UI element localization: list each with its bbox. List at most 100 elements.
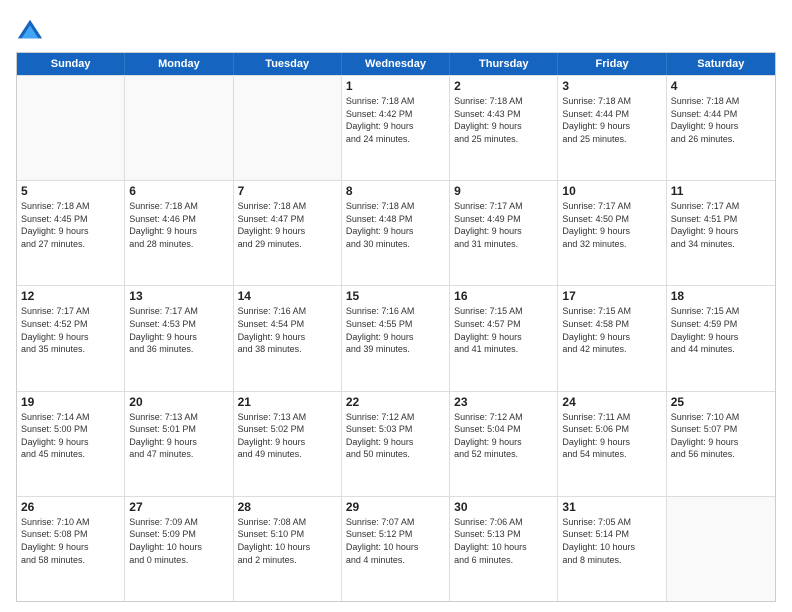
- day-number: 5: [21, 184, 120, 198]
- day-info: Sunrise: 7:08 AM Sunset: 5:10 PM Dayligh…: [238, 516, 337, 566]
- day-number: 17: [562, 289, 661, 303]
- day-number: 28: [238, 500, 337, 514]
- day-cell-9: 9Sunrise: 7:17 AM Sunset: 4:49 PM Daylig…: [450, 181, 558, 285]
- week-row-4: 26 Sunrise: 7:10 AM Sunset: 5:08 PM Dayli…: [17, 496, 775, 601]
- week-row-3: 19 Sunrise: 7:14 AM Sunset: 5:00 PM Dayli…: [17, 391, 775, 496]
- empty-cell-0-1: [125, 76, 233, 180]
- logo: [16, 16, 48, 44]
- day-number: 8: [346, 184, 445, 198]
- calendar-header: SundayMondayTuesdayWednesdayThursdayFrid…: [17, 53, 775, 75]
- day-info: Sunrise: 7:16 AM Sunset: 4:54 PM Dayligh…: [238, 305, 337, 355]
- day-number: 12: [21, 289, 120, 303]
- day-info: Sunrise: 7:18 AM Sunset: 4:42 PM Dayligh…: [346, 95, 445, 145]
- weekday-header-thursday: Thursday: [450, 53, 558, 75]
- day-cell-3: 3 Sunrise: 7:18 AM Sunset: 4:44 PM Daylig…: [558, 76, 666, 180]
- logo-icon: [16, 16, 44, 44]
- day-number: 18: [671, 289, 771, 303]
- day-info: Sunrise: 7:17 AM Sunset: 4:50 PM Dayligh…: [562, 200, 661, 250]
- day-number: 22: [346, 395, 445, 409]
- day-info: Sunrise: 7:11 AM Sunset: 5:06 PM Dayligh…: [562, 411, 661, 461]
- day-cell-8: 8 Sunrise: 7:18 AM Sunset: 4:48 PM Daylig…: [342, 181, 450, 285]
- day-cell-10: 10 Sunrise: 7:17 AM Sunset: 4:50 PM Dayli…: [558, 181, 666, 285]
- day-info: Sunrise: 7:17 AM Sunset: 4:51 PM Dayligh…: [671, 200, 771, 250]
- day-cell-15: 15Sunrise: 7:16 AM Sunset: 4:55 PM Dayli…: [342, 286, 450, 390]
- day-info: Sunrise: 7:14 AM Sunset: 5:00 PM Dayligh…: [21, 411, 120, 461]
- day-cell-27: 27 Sunrise: 7:09 AM Sunset: 5:09 PM Dayli…: [125, 497, 233, 601]
- day-cell-4: 4 Sunrise: 7:18 AM Sunset: 4:44 PM Daylig…: [667, 76, 775, 180]
- day-cell-13: 13Sunrise: 7:17 AM Sunset: 4:53 PM Dayli…: [125, 286, 233, 390]
- day-number: 23: [454, 395, 553, 409]
- day-info: Sunrise: 7:16 AM Sunset: 4:55 PM Dayligh…: [346, 305, 445, 355]
- week-row-0: 1 Sunrise: 7:18 AM Sunset: 4:42 PM Daylig…: [17, 75, 775, 180]
- calendar-body: 1 Sunrise: 7:18 AM Sunset: 4:42 PM Daylig…: [17, 75, 775, 601]
- day-info: Sunrise: 7:13 AM Sunset: 5:02 PM Dayligh…: [238, 411, 337, 461]
- day-cell-5: 5 Sunrise: 7:18 AM Sunset: 4:45 PM Daylig…: [17, 181, 125, 285]
- day-info: Sunrise: 7:18 AM Sunset: 4:48 PM Dayligh…: [346, 200, 445, 250]
- day-cell-26: 26 Sunrise: 7:10 AM Sunset: 5:08 PM Dayli…: [17, 497, 125, 601]
- day-info: Sunrise: 7:10 AM Sunset: 5:07 PM Dayligh…: [671, 411, 771, 461]
- week-row-1: 5 Sunrise: 7:18 AM Sunset: 4:45 PM Daylig…: [17, 180, 775, 285]
- day-cell-6: 6 Sunrise: 7:18 AM Sunset: 4:46 PM Daylig…: [125, 181, 233, 285]
- day-cell-17: 17Sunrise: 7:15 AM Sunset: 4:58 PM Dayli…: [558, 286, 666, 390]
- day-info: Sunrise: 7:18 AM Sunset: 4:46 PM Dayligh…: [129, 200, 228, 250]
- day-info: Sunrise: 7:10 AM Sunset: 5:08 PM Dayligh…: [21, 516, 120, 566]
- day-info: Sunrise: 7:12 AM Sunset: 5:04 PM Dayligh…: [454, 411, 553, 461]
- day-cell-16: 16 Sunrise: 7:15 AM Sunset: 4:57 PM Dayli…: [450, 286, 558, 390]
- day-info: Sunrise: 7:17 AM Sunset: 4:52 PM Dayligh…: [21, 305, 120, 355]
- day-cell-28: 28 Sunrise: 7:08 AM Sunset: 5:10 PM Dayli…: [234, 497, 342, 601]
- day-number: 11: [671, 184, 771, 198]
- weekday-header-friday: Friday: [558, 53, 666, 75]
- weekday-header-sunday: Sunday: [17, 53, 125, 75]
- day-number: 16: [454, 289, 553, 303]
- empty-cell-0-2: [234, 76, 342, 180]
- calendar: SundayMondayTuesdayWednesdayThursdayFrid…: [16, 52, 776, 602]
- day-number: 7: [238, 184, 337, 198]
- day-cell-12: 12 Sunrise: 7:17 AM Sunset: 4:52 PM Dayli…: [17, 286, 125, 390]
- day-cell-2: 2 Sunrise: 7:18 AM Sunset: 4:43 PM Daylig…: [450, 76, 558, 180]
- day-cell-31: 31Sunrise: 7:05 AM Sunset: 5:14 PM Dayli…: [558, 497, 666, 601]
- day-number: 26: [21, 500, 120, 514]
- day-number: 1: [346, 79, 445, 93]
- day-info: Sunrise: 7:17 AM Sunset: 4:53 PM Dayligh…: [129, 305, 228, 355]
- weekday-header-tuesday: Tuesday: [234, 53, 342, 75]
- empty-cell-4-6: [667, 497, 775, 601]
- day-info: Sunrise: 7:18 AM Sunset: 4:44 PM Dayligh…: [562, 95, 661, 145]
- day-cell-21: 21 Sunrise: 7:13 AM Sunset: 5:02 PM Dayli…: [234, 392, 342, 496]
- day-cell-14: 14 Sunrise: 7:16 AM Sunset: 4:54 PM Dayli…: [234, 286, 342, 390]
- day-cell-29: 29Sunrise: 7:07 AM Sunset: 5:12 PM Dayli…: [342, 497, 450, 601]
- week-row-2: 12 Sunrise: 7:17 AM Sunset: 4:52 PM Dayli…: [17, 285, 775, 390]
- day-cell-20: 20Sunrise: 7:13 AM Sunset: 5:01 PM Dayli…: [125, 392, 233, 496]
- day-cell-23: 23 Sunrise: 7:12 AM Sunset: 5:04 PM Dayli…: [450, 392, 558, 496]
- day-info: Sunrise: 7:18 AM Sunset: 4:43 PM Dayligh…: [454, 95, 553, 145]
- day-number: 10: [562, 184, 661, 198]
- weekday-header-wednesday: Wednesday: [342, 53, 450, 75]
- day-number: 25: [671, 395, 771, 409]
- day-cell-11: 11 Sunrise: 7:17 AM Sunset: 4:51 PM Dayli…: [667, 181, 775, 285]
- weekday-header-saturday: Saturday: [667, 53, 775, 75]
- day-number: 27: [129, 500, 228, 514]
- day-number: 21: [238, 395, 337, 409]
- day-info: Sunrise: 7:15 AM Sunset: 4:59 PM Dayligh…: [671, 305, 771, 355]
- day-number: 14: [238, 289, 337, 303]
- day-info: Sunrise: 7:18 AM Sunset: 4:45 PM Dayligh…: [21, 200, 120, 250]
- day-number: 4: [671, 79, 771, 93]
- header: [16, 16, 776, 44]
- day-info: Sunrise: 7:18 AM Sunset: 4:44 PM Dayligh…: [671, 95, 771, 145]
- weekday-header-monday: Monday: [125, 53, 233, 75]
- day-number: 6: [129, 184, 228, 198]
- day-cell-22: 22 Sunrise: 7:12 AM Sunset: 5:03 PM Dayli…: [342, 392, 450, 496]
- day-cell-25: 25 Sunrise: 7:10 AM Sunset: 5:07 PM Dayli…: [667, 392, 775, 496]
- day-number: 3: [562, 79, 661, 93]
- day-info: Sunrise: 7:09 AM Sunset: 5:09 PM Dayligh…: [129, 516, 228, 566]
- day-cell-7: 7Sunrise: 7:18 AM Sunset: 4:47 PM Daylig…: [234, 181, 342, 285]
- day-info: Sunrise: 7:12 AM Sunset: 5:03 PM Dayligh…: [346, 411, 445, 461]
- day-cell-1: 1 Sunrise: 7:18 AM Sunset: 4:42 PM Daylig…: [342, 76, 450, 180]
- day-number: 2: [454, 79, 553, 93]
- empty-cell-0-0: [17, 76, 125, 180]
- day-info: Sunrise: 7:07 AM Sunset: 5:12 PM Dayligh…: [346, 516, 445, 566]
- day-cell-30: 30Sunrise: 7:06 AM Sunset: 5:13 PM Dayli…: [450, 497, 558, 601]
- day-cell-18: 18 Sunrise: 7:15 AM Sunset: 4:59 PM Dayli…: [667, 286, 775, 390]
- day-number: 19: [21, 395, 120, 409]
- day-cell-24: 24Sunrise: 7:11 AM Sunset: 5:06 PM Dayli…: [558, 392, 666, 496]
- day-info: Sunrise: 7:15 AM Sunset: 4:57 PM Dayligh…: [454, 305, 553, 355]
